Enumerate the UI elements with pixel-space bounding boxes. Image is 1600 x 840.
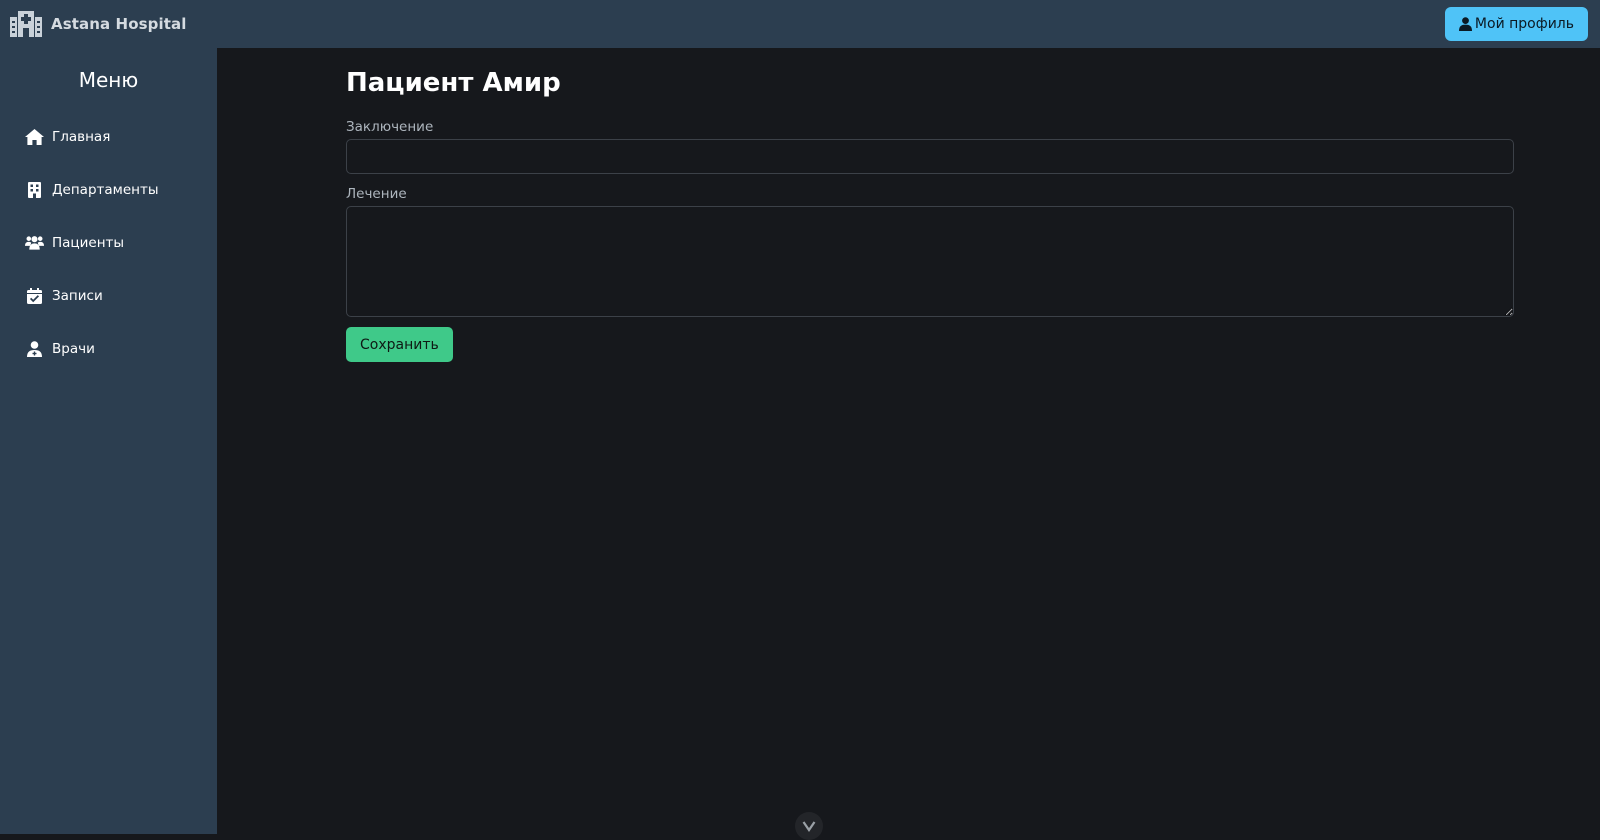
users-icon — [25, 234, 44, 251]
user-icon — [1458, 17, 1472, 31]
treatment-label: Лечение — [346, 186, 407, 202]
doctor-icon — [25, 340, 44, 357]
patient-form: Пациент Амир Заключение Лечение Сохранит… — [346, 48, 1516, 362]
sidebar-item-label: Врачи — [52, 340, 95, 357]
my-profile-label: Мой профиль — [1474, 16, 1574, 32]
main-content: Пациент Амир Заключение Лечение Сохранит… — [217, 48, 1600, 840]
sidebar-title: Меню — [78, 68, 139, 92]
sidebar-item-label: Пациенты — [52, 234, 125, 251]
conclusion-input[interactable] — [346, 139, 1514, 174]
my-profile-button[interactable]: Мой профиль — [1444, 7, 1588, 41]
sidebar: Меню Главная Департаменты Пациенты Запис… — [0, 48, 217, 834]
sidebar-item-label: Записи — [52, 287, 103, 304]
sidebar-item-departments[interactable]: Департаменты — [0, 163, 217, 216]
conclusion-label: Заключение — [346, 119, 434, 135]
hospital-icon — [10, 11, 42, 37]
treatment-textarea[interactable] — [346, 206, 1514, 317]
home-icon — [25, 128, 44, 145]
save-button[interactable]: Сохранить — [346, 327, 453, 362]
sidebar-item-home[interactable]: Главная — [0, 110, 217, 163]
calendar-check-icon — [25, 287, 44, 304]
sidebar-item-patients[interactable]: Пациенты — [0, 216, 217, 269]
page-title: Пациент Амир — [346, 68, 561, 98]
sidebar-item-label: Главная — [52, 128, 111, 145]
brand[interactable]: Astana Hospital — [10, 11, 186, 37]
top-navbar: Astana Hospital Мой профиль — [0, 0, 1600, 48]
scroll-down-button[interactable] — [795, 812, 823, 840]
sidebar-item-doctors[interactable]: Врачи — [0, 322, 217, 375]
sidebar-item-appointments[interactable]: Записи — [0, 269, 217, 322]
sidebar-item-label: Департаменты — [52, 181, 159, 198]
building-icon — [25, 181, 44, 198]
chevron-down-icon — [802, 821, 816, 832]
brand-name: Astana Hospital — [51, 15, 187, 33]
